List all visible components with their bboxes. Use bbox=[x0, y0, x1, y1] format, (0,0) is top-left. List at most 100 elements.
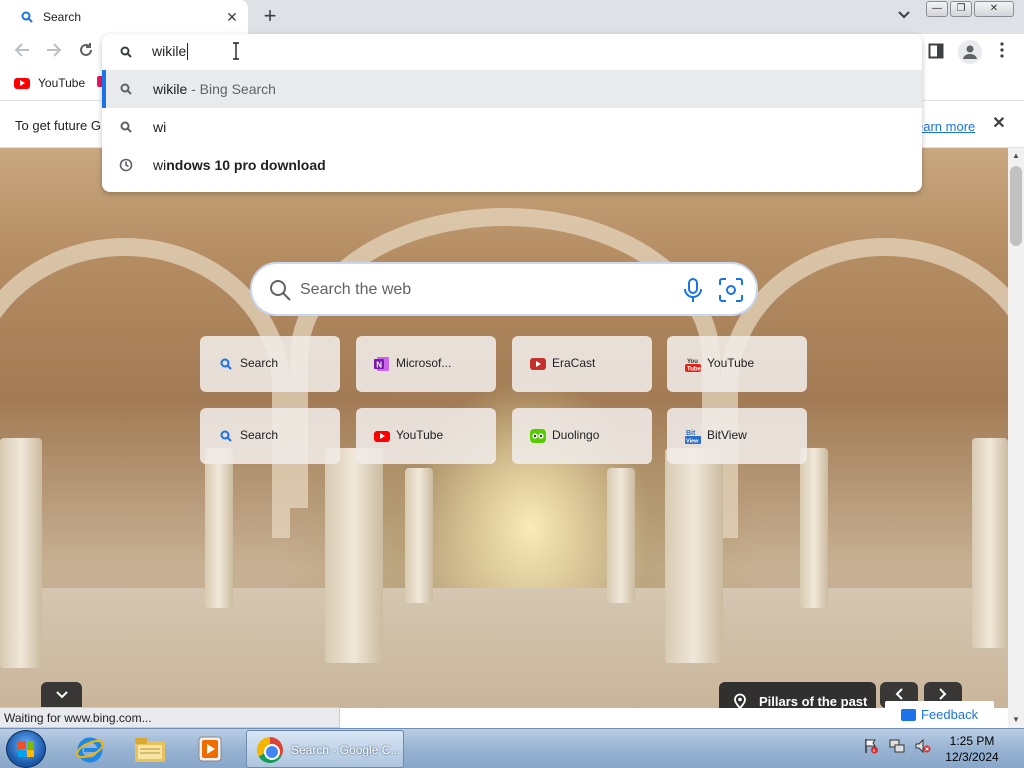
clock-date: 12/3/2024 bbox=[945, 750, 999, 764]
background-pillar bbox=[607, 468, 635, 603]
scroll-up-arrow-icon[interactable]: ▲ bbox=[1008, 148, 1024, 164]
system-tray: x bbox=[862, 737, 932, 755]
suggestion-text: wikile - Bing Search bbox=[153, 81, 276, 97]
tile-label: YouTube bbox=[707, 356, 755, 370]
info-bar-close-icon[interactable]: ✕ bbox=[990, 115, 1008, 133]
maximize-button[interactable]: ❐ bbox=[950, 1, 972, 17]
shortcut-tile-duolingo[interactable]: Duolingo bbox=[512, 408, 652, 464]
tile-label: YouTube bbox=[396, 428, 444, 442]
windows-taskbar: Search - Google C... x 1:25 PM 12/3/2024 bbox=[0, 728, 1024, 768]
search-icon bbox=[218, 428, 234, 444]
info-bar-text: To get future G bbox=[15, 118, 101, 133]
search-icon bbox=[118, 81, 134, 97]
bookmark-label: YouTube bbox=[38, 76, 86, 90]
tile-label: EraCast bbox=[552, 356, 596, 370]
collapse-chevron-button[interactable] bbox=[41, 682, 82, 708]
bookmark-youtube[interactable]: YouTube bbox=[14, 76, 85, 90]
shortcut-tile-youtube-old[interactable]: You Tube YouTube bbox=[667, 336, 807, 392]
omnibox-input-row[interactable]: wikile bbox=[102, 34, 922, 70]
tab-search[interactable]: Search ✕ bbox=[0, 0, 248, 34]
taskbar-app-label: Search - Google C... bbox=[291, 743, 401, 757]
side-panel-icon[interactable] bbox=[928, 43, 946, 61]
eracast-icon bbox=[530, 356, 546, 372]
shortcut-tile-bitview[interactable]: Bit View BitView bbox=[667, 408, 807, 464]
chrome-icon bbox=[257, 737, 283, 763]
search-icon bbox=[118, 119, 134, 135]
ntp-search-placeholder: Search the web bbox=[300, 281, 412, 298]
background-pillar bbox=[800, 448, 828, 608]
taskbar-chrome-window[interactable]: Search - Google C... bbox=[246, 730, 404, 768]
omnibox-suggestion[interactable]: windows 10 pro download bbox=[102, 146, 922, 184]
close-window-button[interactable]: ✕ bbox=[974, 1, 1014, 17]
feedback-label: Feedback bbox=[921, 707, 979, 722]
background-pillar bbox=[325, 448, 383, 663]
tile-label: Search bbox=[240, 428, 279, 442]
scroll-down-arrow-icon[interactable]: ▼ bbox=[1008, 712, 1024, 728]
feedback-button[interactable]: Feedback bbox=[885, 701, 994, 728]
tab-strip: Search ✕ + — ❐ ✕ bbox=[0, 0, 1024, 34]
youtube-old-icon: You Tube bbox=[685, 356, 701, 372]
search-icon bbox=[118, 44, 134, 60]
background-attribution[interactable]: Pillars of the past bbox=[719, 682, 876, 708]
minimize-button[interactable]: — bbox=[926, 1, 948, 17]
tab-close-icon[interactable]: ✕ bbox=[224, 9, 240, 25]
shortcut-tile-youtube[interactable]: YouTube bbox=[356, 408, 496, 464]
ntp-search-box[interactable]: Search the web bbox=[250, 262, 758, 316]
learn-more-link[interactable]: earn more bbox=[916, 119, 975, 134]
omnibox-suggestion[interactable]: wi bbox=[102, 108, 922, 146]
tile-label: Search bbox=[240, 356, 279, 370]
omnibox-dropdown: wikile wikile - Bing Search wi windows 1… bbox=[102, 34, 922, 192]
suggestion-text: windows 10 pro download bbox=[153, 157, 326, 173]
svg-text:Bit: Bit bbox=[686, 430, 696, 437]
network-icon[interactable] bbox=[888, 737, 906, 755]
windows-logo-icon bbox=[18, 741, 34, 757]
youtube-icon bbox=[14, 77, 30, 89]
background-pillar bbox=[405, 468, 433, 603]
onenote-icon: N bbox=[374, 356, 390, 372]
camera-lens-icon[interactable] bbox=[718, 277, 744, 303]
forward-arrow-icon[interactable] bbox=[43, 41, 65, 63]
back-arrow-icon[interactable] bbox=[11, 41, 33, 63]
tab-title: Search bbox=[43, 10, 82, 24]
clock-time: 1:25 PM bbox=[949, 734, 995, 748]
tile-label: BitView bbox=[707, 428, 747, 442]
shortcut-tile-microsoft[interactable]: N Microsof... bbox=[356, 336, 496, 392]
tile-label: Duolingo bbox=[552, 428, 600, 442]
history-icon bbox=[118, 157, 134, 173]
new-tab-button[interactable]: + bbox=[258, 5, 282, 29]
youtube-icon bbox=[374, 428, 390, 444]
reload-icon[interactable] bbox=[75, 41, 97, 63]
action-center-flag-icon[interactable]: x bbox=[862, 737, 880, 755]
bitview-icon: Bit View bbox=[685, 428, 701, 444]
search-icon bbox=[20, 10, 34, 24]
kebab-menu-icon[interactable] bbox=[994, 42, 1010, 62]
background-pillar bbox=[665, 448, 723, 663]
media-player-icon[interactable] bbox=[182, 731, 238, 767]
svg-text:View: View bbox=[686, 439, 699, 445]
search-icon bbox=[268, 278, 292, 302]
omnibox-suggestion[interactable]: wikile - Bing Search bbox=[102, 70, 922, 108]
duolingo-icon bbox=[530, 428, 546, 444]
background-pillar bbox=[205, 448, 233, 608]
shortcut-tile-search[interactable]: Search bbox=[200, 336, 340, 392]
scroll-thumb[interactable] bbox=[1010, 166, 1022, 246]
start-button[interactable] bbox=[6, 730, 46, 768]
shortcut-tile-eracast[interactable]: EraCast bbox=[512, 336, 652, 392]
window-controls: — ❐ ✕ bbox=[926, 1, 1014, 17]
tab-search-chevron-icon[interactable] bbox=[894, 8, 914, 26]
address-bar-input[interactable]: wikile bbox=[152, 43, 189, 60]
tile-label: Microsof... bbox=[396, 356, 452, 370]
attribution-text: Pillars of the past bbox=[759, 694, 868, 708]
background-pillar bbox=[972, 438, 1008, 648]
volume-muted-icon[interactable] bbox=[914, 737, 932, 755]
shortcut-tile-search-2[interactable]: Search bbox=[200, 408, 340, 464]
system-clock[interactable]: 1:25 PM 12/3/2024 bbox=[940, 733, 1004, 765]
profile-avatar-icon[interactable] bbox=[958, 40, 982, 64]
internet-explorer-icon[interactable] bbox=[62, 731, 118, 767]
svg-text:N: N bbox=[376, 360, 382, 369]
file-explorer-icon[interactable] bbox=[122, 731, 178, 767]
vertical-scrollbar[interactable]: ▲ ▼ bbox=[1008, 148, 1024, 728]
microphone-icon[interactable] bbox=[682, 277, 704, 303]
status-bar: Waiting for www.bing.com... bbox=[0, 707, 340, 728]
text-cursor-icon bbox=[232, 42, 240, 62]
